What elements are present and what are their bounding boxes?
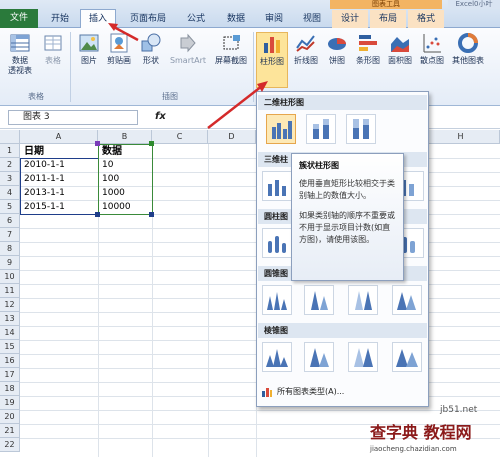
watermark-site: jb51.net (440, 405, 478, 415)
watermark: jb51.net 查字典 教程网 jiaocheng.chazidian.com (370, 405, 500, 457)
watermark-text: 查字典 教程网 (370, 423, 472, 442)
watermark-url: jiaocheng.chazidian.com (370, 445, 457, 453)
arrow-to-insert-tab (111, 24, 139, 42)
annotation-arrows (108, 23, 268, 129)
arrow-to-column-chart (207, 85, 263, 129)
arrow-head (257, 81, 268, 92)
